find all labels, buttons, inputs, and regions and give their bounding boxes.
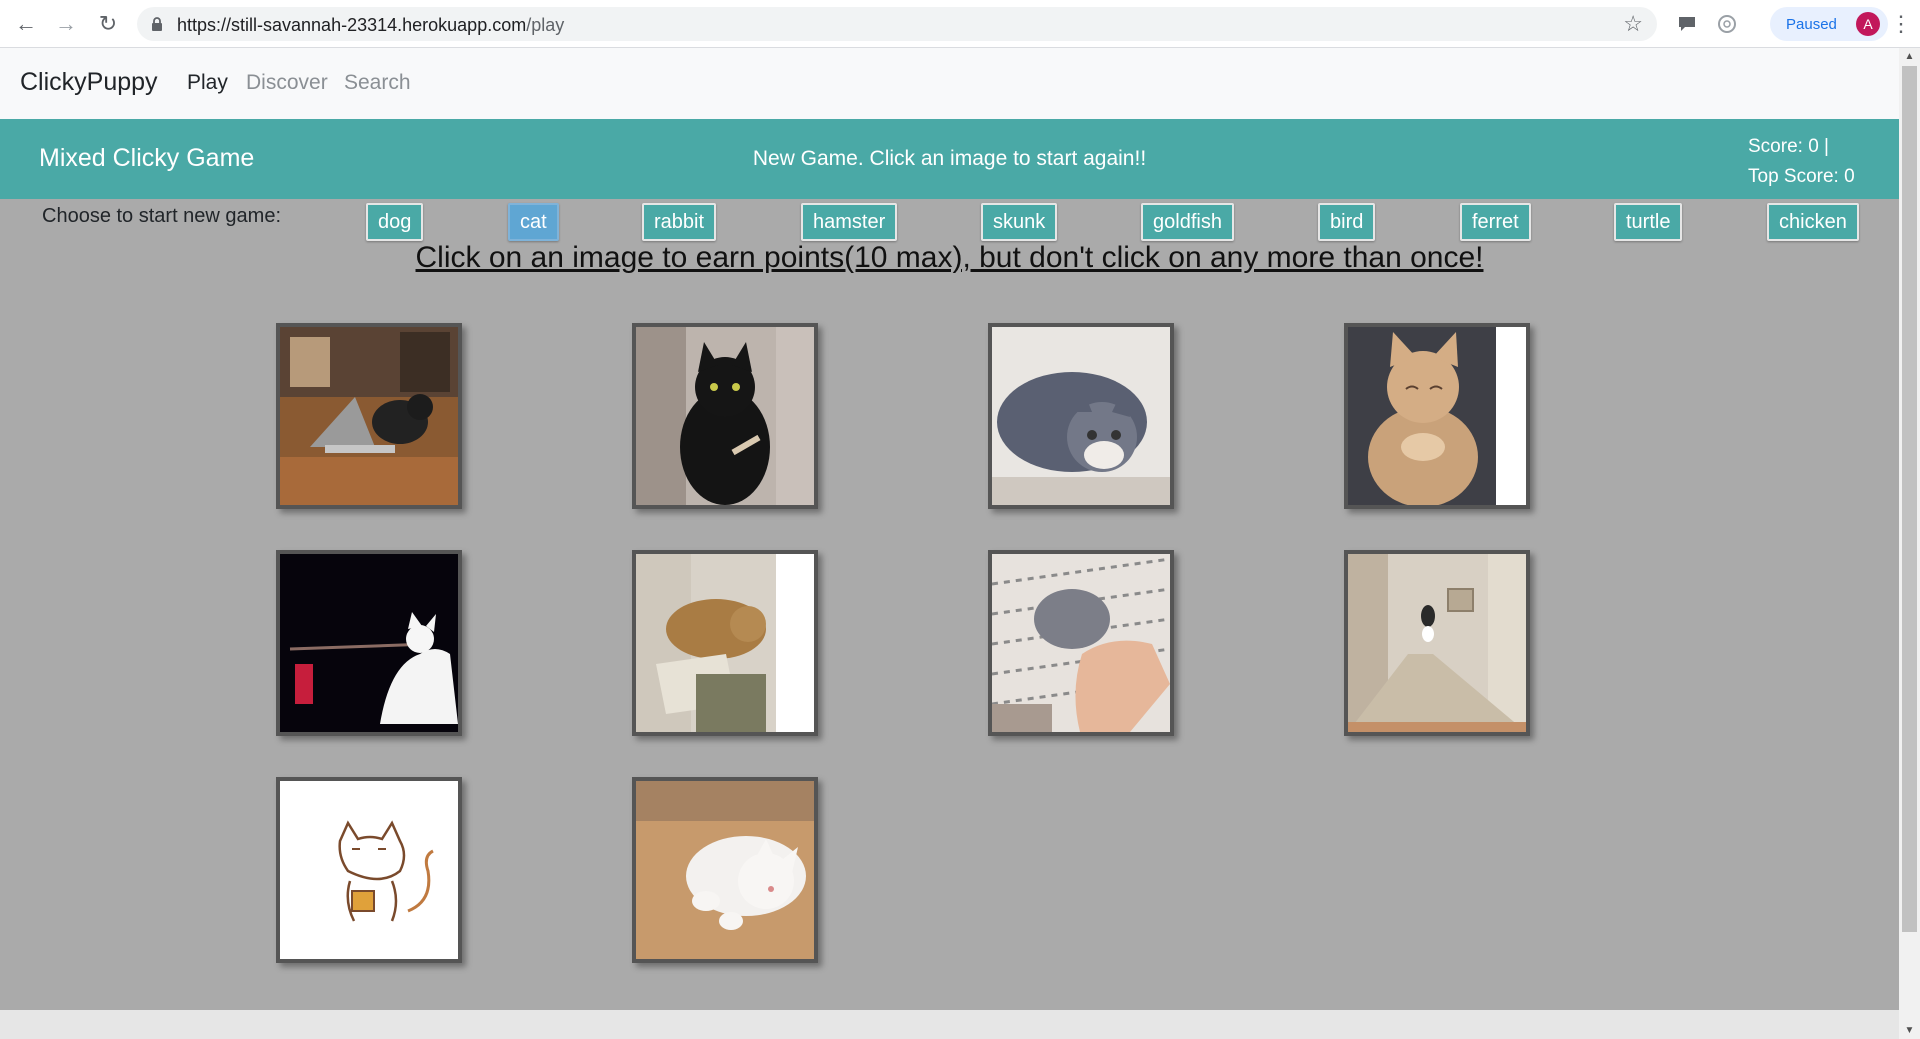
instructions-text: Click on an image to earn points(10 max)… [415, 241, 1484, 274]
extension-circle-icon[interactable] [1715, 12, 1739, 36]
nav-play[interactable]: Play [187, 71, 228, 95]
scroll-down-arrow-icon[interactable]: ▼ [1899, 1022, 1920, 1039]
score-text: Score: 0 | [1748, 136, 1829, 157]
animal-button-ferret[interactable]: ferret [1460, 203, 1531, 241]
extension-flag-icon[interactable] [1675, 12, 1699, 36]
bookmark-star-icon[interactable]: ☆ [1623, 11, 1643, 37]
top-score-text: Top Score: 0 [1748, 166, 1855, 187]
scroll-up-arrow-icon[interactable]: ▲ [1899, 48, 1920, 65]
page-viewport: ClickyPuppy Play Discover Search Mixed C… [0, 48, 1899, 1039]
animal-button-goldfish[interactable]: goldfish [1141, 203, 1234, 241]
more-menu-icon[interactable]: ⋮ [1890, 12, 1912, 36]
scrollbar-thumb[interactable] [1902, 66, 1917, 932]
black-cat-image[interactable] [632, 323, 818, 509]
animal-button-skunk[interactable]: skunk [981, 203, 1058, 241]
cat-with-book-image[interactable] [632, 550, 818, 736]
gray-kitten-petted-image[interactable] [988, 550, 1174, 736]
browser-toolbar: ← → ↻ https://still-savannah-23314.herok… [0, 0, 1920, 48]
animal-button-rabbit[interactable]: rabbit [642, 203, 717, 241]
status-message: New Game. Click an image to start again!… [752, 147, 1147, 170]
profile-status: Paused [1786, 16, 1837, 33]
white-cat-with-toy-image[interactable] [276, 550, 462, 736]
game-header: Mixed Clicky Game New Game. Click an ima… [0, 119, 1899, 199]
avatar: A [1856, 12, 1880, 36]
site-navbar: ClickyPuppy Play Discover Search [0, 48, 1899, 119]
nav-discover[interactable]: Discover [246, 71, 328, 95]
animal-button-dog[interactable]: dog [366, 203, 424, 241]
reload-icon[interactable]: ↻ [94, 10, 122, 38]
cartoon-cat-drawing-image[interactable] [276, 777, 462, 963]
score-display: Score: 0 | Top Score: 0 [1748, 132, 1855, 192]
cat-on-laptop-image[interactable] [276, 323, 462, 509]
lock-icon [152, 17, 162, 31]
nav-search[interactable]: Search [344, 71, 411, 95]
back-arrow-icon[interactable]: ← [12, 10, 40, 38]
horizontal-scrollbar[interactable] [0, 1010, 1899, 1039]
animal-button-chicken[interactable]: chicken [1767, 203, 1859, 241]
white-cat-on-floor-image[interactable] [632, 777, 818, 963]
forward-arrow-icon[interactable]: → [52, 10, 80, 38]
crouching-tabby-cat-image[interactable] [988, 323, 1174, 509]
address-bar[interactable]: https://still-savannah-23314.herokuapp.c… [137, 7, 1657, 41]
brand-logo[interactable]: ClickyPuppy [20, 68, 158, 97]
vertical-scrollbar[interactable]: ▲ ▼ [1899, 48, 1920, 1039]
animal-button-hamster[interactable]: hamster [801, 203, 898, 241]
cat-in-hallway-image[interactable] [1344, 550, 1530, 736]
url-text: https://still-savannah-23314.herokuapp.c… [177, 15, 565, 35]
animal-button-bird[interactable]: bird [1318, 203, 1376, 241]
choose-label: Choose to start new game: [42, 205, 282, 227]
animal-button-turtle[interactable]: turtle [1614, 203, 1683, 241]
animal-button-cat[interactable]: cat [508, 203, 559, 241]
orange-cat-clapping-image[interactable] [1344, 323, 1530, 509]
profile-button[interactable]: Paused A [1770, 7, 1888, 41]
